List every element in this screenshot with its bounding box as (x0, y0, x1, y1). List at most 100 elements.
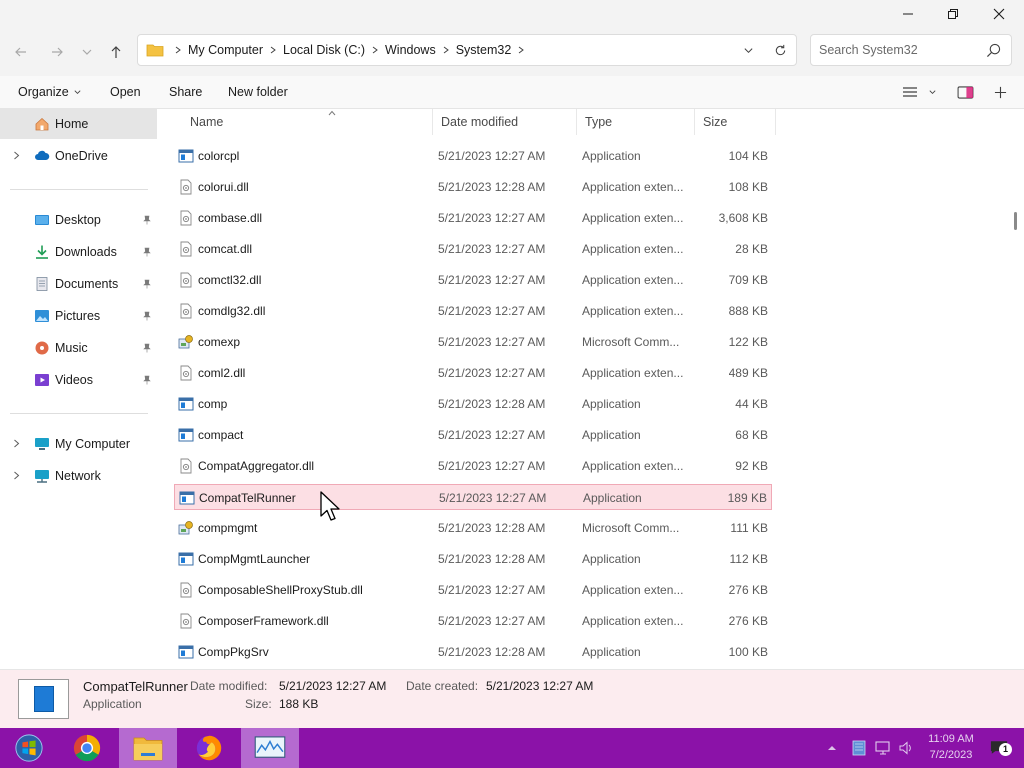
search-icon[interactable] (986, 43, 1001, 58)
dll-icon (178, 365, 194, 381)
speaker-icon[interactable] (898, 740, 914, 756)
up-button[interactable] (104, 40, 128, 64)
dll-icon (178, 613, 194, 629)
download-icon (36, 245, 48, 259)
file-row[interactable]: colorui.dll 5/21/2023 12:28 AM Application… (174, 174, 772, 200)
sidebar-item-my-computer[interactable]: My Computer (0, 429, 157, 459)
system-clock[interactable]: 11:09 AM 7/2/2023 (918, 731, 984, 763)
file-type: Application exten... (582, 583, 684, 597)
sidebar-item-downloads[interactable]: Downloads (0, 237, 157, 267)
pin-icon[interactable] (142, 279, 152, 289)
file-row[interactable]: coml2.dll 5/21/2023 12:27 AM Application e… (174, 360, 772, 386)
organize-button[interactable]: Organize (18, 85, 82, 99)
file-type: Application exten... (582, 242, 684, 256)
file-row[interactable]: ComposableShellProxyStub.dll 5/21/2023 12… (174, 577, 772, 603)
sidebar-item-label: Home (55, 117, 89, 131)
sidebar-item-network[interactable]: Network (0, 461, 157, 491)
recent-locations-button[interactable] (75, 40, 99, 64)
breadcrumb-my-computer[interactable]: My Computer (188, 43, 263, 57)
refresh-button[interactable] (764, 35, 796, 65)
file-size: 92 KB (735, 459, 768, 473)
pin-icon[interactable] (142, 215, 152, 225)
tray-device-icon[interactable] (851, 740, 867, 756)
file-row[interactable]: comdlg32.dll 5/21/2023 12:27 AM Applicatio… (174, 298, 772, 324)
chevron-up-icon[interactable] (826, 742, 838, 754)
sidebar-item-pictures[interactable]: Pictures (0, 301, 157, 331)
new-folder-button[interactable]: New folder (228, 85, 288, 99)
file-row[interactable]: CompatTelRunner 5/21/2023 12:27 AM Applica… (174, 484, 772, 510)
forward-button[interactable] (45, 40, 69, 64)
taskbar-firefox[interactable] (180, 728, 238, 768)
file-row[interactable]: comcat.dll 5/21/2023 12:27 AM Application … (174, 236, 772, 262)
preview-pane-button[interactable] (955, 83, 975, 101)
sidebar-item-desktop[interactable]: Desktop (0, 205, 157, 235)
pin-icon[interactable] (142, 343, 152, 353)
back-button[interactable] (9, 40, 33, 64)
search-box[interactable] (810, 34, 1012, 66)
notification-center-button[interactable]: 1 (990, 739, 1014, 757)
file-row[interactable]: colorcpl 5/21/2023 12:27 AM Application 104… (174, 143, 772, 169)
view-dropdown-button[interactable] (922, 83, 942, 101)
file-size: 112 KB (729, 552, 768, 566)
add-button[interactable] (990, 83, 1010, 101)
title-bar (0, 0, 1024, 28)
network-status-icon[interactable] (875, 740, 891, 756)
chevron-right-icon[interactable] (12, 439, 21, 448)
view-options-button[interactable] (900, 83, 920, 101)
breadcrumb-windows[interactable]: Windows (385, 43, 436, 57)
file-row[interactable]: CompatAggregator.dll 5/21/2023 12:27 AM Ap… (174, 453, 772, 479)
dll-icon (178, 582, 194, 598)
pin-icon[interactable] (142, 247, 152, 257)
column-header-type[interactable]: Type (577, 109, 695, 135)
chevron-right-icon[interactable] (12, 471, 21, 480)
minimize-button[interactable] (885, 0, 931, 28)
file-row[interactable]: CompMgmtLauncher 5/21/2023 12:28 AM Applic… (174, 546, 772, 572)
search-input[interactable] (819, 43, 979, 57)
breadcrumb-local-disk[interactable]: Local Disk (C:) (283, 43, 365, 57)
chevron-right-icon[interactable] (12, 151, 21, 160)
sidebar-item-documents[interactable]: Documents (0, 269, 157, 299)
column-header-name[interactable]: Name (182, 109, 433, 135)
file-date-modified: 5/21/2023 12:27 AM (438, 366, 546, 380)
sidebar-item-videos[interactable]: Videos (0, 365, 157, 395)
file-row[interactable]: combase.dll 5/21/2023 12:27 AM Application… (174, 205, 772, 231)
pin-icon[interactable] (142, 375, 152, 385)
breadcrumb-system32[interactable]: System32 (456, 43, 512, 57)
address-history-button[interactable] (732, 35, 764, 65)
taskbar-resource-monitor[interactable] (241, 728, 299, 768)
taskbar-chrome[interactable] (58, 728, 116, 768)
file-row[interactable]: ComposerFramework.dll 5/21/2023 12:27 AM A… (174, 608, 772, 634)
details-date-created-label: Date created: (406, 679, 479, 693)
music-icon (35, 341, 49, 355)
sidebar-item-onedrive[interactable]: OneDrive (0, 141, 157, 171)
file-size: 276 KB (728, 583, 768, 597)
column-header-date-modified[interactable]: Date modified (433, 109, 577, 135)
file-row[interactable]: CompPkgSrv 5/21/2023 12:28 AM Application 1… (174, 639, 772, 665)
notification-count-badge: 1 (999, 743, 1012, 756)
vertical-scrollbar-thumb[interactable] (1014, 212, 1017, 230)
file-name: compact (198, 428, 244, 442)
pin-icon[interactable] (142, 311, 152, 321)
file-date-modified: 5/21/2023 12:28 AM (438, 521, 546, 535)
file-row[interactable]: compmgmt 5/21/2023 12:28 AM Microsoft Comm… (174, 515, 772, 541)
open-button[interactable]: Open (110, 85, 141, 99)
close-button[interactable] (976, 0, 1022, 28)
file-row[interactable]: comctl32.dll 5/21/2023 12:27 AM Applicatio… (174, 267, 772, 293)
taskbar-file-explorer[interactable] (119, 728, 177, 768)
share-button[interactable]: Share (169, 85, 202, 99)
app-icon (178, 551, 194, 567)
address-bar[interactable]: My Computer Local Disk (C:) Windows Syst… (137, 34, 797, 66)
maximize-button[interactable] (930, 0, 976, 28)
file-row[interactable]: comp 5/21/2023 12:28 AM Application 44 KB (174, 391, 772, 417)
start-button[interactable] (0, 728, 58, 768)
sidebar-item-music[interactable]: Music (0, 333, 157, 363)
file-row[interactable]: compact 5/21/2023 12:27 AM Application 68 K… (174, 422, 772, 448)
file-size: 122 KB (728, 335, 768, 349)
organize-label: Organize (18, 85, 69, 99)
sidebar-item-home[interactable]: Home (0, 109, 157, 139)
details-file-name: CompatTelRunner (83, 679, 188, 694)
sidebar-item-label: Documents (55, 277, 119, 291)
msc-icon (178, 334, 194, 350)
file-row[interactable]: comexp 5/21/2023 12:27 AM Microsoft Comm..… (174, 329, 772, 355)
column-header-size[interactable]: Size (695, 109, 776, 135)
